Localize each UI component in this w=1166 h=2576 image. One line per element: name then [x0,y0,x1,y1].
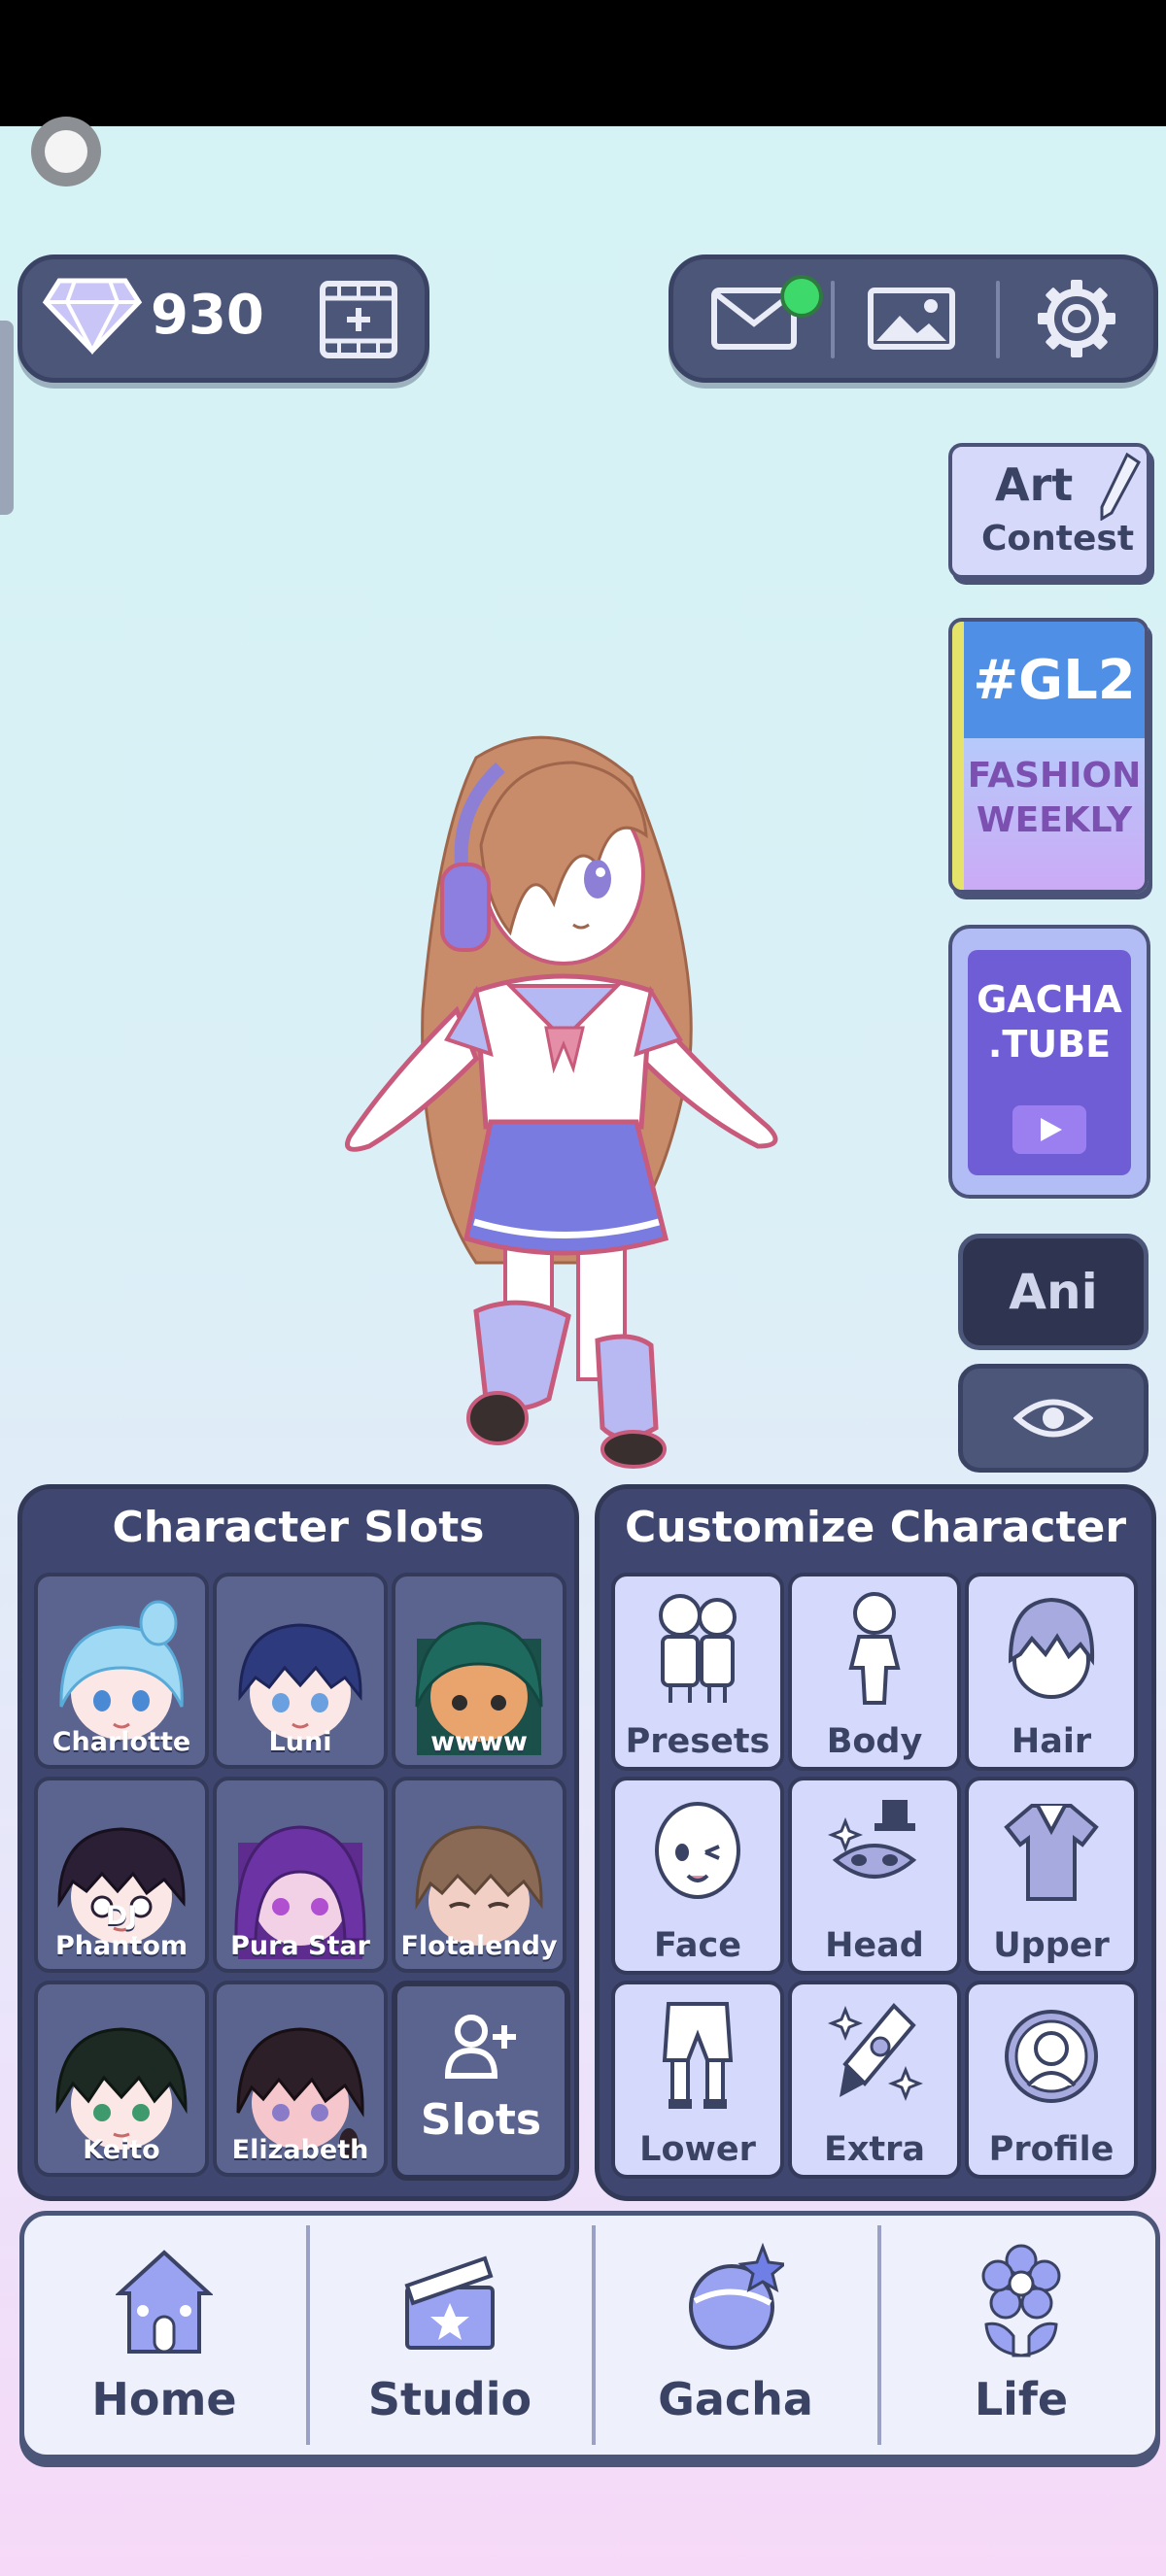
customize-face-button[interactable]: Face [611,1777,784,1975]
gacha-orb-icon [689,2243,784,2350]
add-user-icon [444,2015,516,2079]
nav-gacha[interactable]: Gacha [596,2216,875,2455]
slot-name: Flotalendy [400,1931,558,1961]
divider [996,281,1000,358]
animation-button[interactable]: Ani [958,1234,1149,1350]
customize-label: Profile [988,2130,1115,2169]
fashion-weekly-button[interactable]: #GL2 FASHION WEEKLY [948,618,1149,894]
art-contest-button[interactable]: Art Contest [948,443,1150,579]
customize-label: Upper [993,1926,1110,1965]
face-icon [655,1802,740,1899]
extra-icon [827,2003,923,2102]
nav-label: Life [974,2373,1069,2425]
toggle-visibility-button[interactable] [958,1364,1149,1473]
gl2-tag: #GL2 [964,622,1145,738]
customize-label: Head [825,1926,924,1965]
weekly-label: WEEKLY [976,800,1133,840]
hair-icon [1008,1597,1095,1699]
character-slot[interactable]: Pura Star [213,1777,388,1973]
eye-icon [1013,1399,1093,1438]
bottom-navigation: Home Studio Gacha Life [19,2211,1160,2459]
currency-bar: 930 [17,254,429,383]
slot-name: Charlotte [51,1727,191,1757]
customize-presets-button[interactable]: Presets [611,1573,784,1771]
card-stripe [952,622,964,890]
body-icon [848,1592,901,1705]
pencil-icon [1100,453,1141,521]
slot-name: Elizabeth [231,2135,369,2165]
gallery-button[interactable] [839,271,984,366]
customize-label: Body [826,1722,923,1761]
character-slot[interactable]: Elizabeth [213,1981,388,2177]
character-slot[interactable]: Charlotte [34,1573,209,1769]
character-slot[interactable]: DJ Phantom [34,1777,209,1973]
flower-icon [981,2244,1061,2357]
customize-label: Extra [823,2130,926,2169]
customize-character-panel: Customize Character Presets Body Hair Fa… [595,1484,1156,2201]
add-slots-button[interactable]: Slots [392,1981,570,2181]
nav-label: Gacha [658,2373,813,2425]
image-icon [868,288,955,350]
character-slot[interactable]: Luni [213,1573,388,1769]
art-contest-label-2: Contest [981,519,1135,559]
slot-name: Luni [268,1727,332,1757]
customize-character-title: Customize Character [624,1503,1127,1552]
pants-icon [662,2002,734,2109]
top-actions-bar [669,254,1158,383]
shirt-icon [1004,1804,1099,1901]
customize-label: Hair [1011,1722,1092,1761]
nav-life[interactable]: Life [881,2216,1161,2455]
customize-label: Lower [639,2130,756,2169]
customize-upper-button[interactable]: Upper [965,1777,1138,1975]
customize-head-button[interactable]: Head [788,1777,961,1975]
gem-count: 930 [151,284,264,347]
house-icon [116,2250,213,2354]
nav-label: Home [91,2373,237,2425]
gacha-tube-screen: GACHA .TUBE [968,950,1131,1175]
presets-icon [659,1594,737,1703]
slot-name: wwww [430,1727,528,1757]
head-accessory-icon [827,1800,917,1879]
slot-name: Pura Star [230,1931,370,1961]
customize-label: Face [654,1926,741,1965]
settings-button[interactable] [1004,271,1149,366]
character-slot[interactable]: wwww [392,1573,566,1769]
notification-dot [780,275,823,318]
edge-handle[interactable] [0,321,14,515]
customize-lower-button[interactable]: Lower [611,1981,784,2179]
nav-studio[interactable]: Studio [310,2216,590,2455]
add-slots-label: Slots [420,2095,542,2145]
fashion-label: FASHION [967,756,1142,796]
customize-body-button[interactable]: Body [788,1573,961,1771]
clapperboard-icon [404,2255,495,2350]
gacha-tube-label: GACHA .TUBE [977,978,1122,1066]
gacha-tube-button[interactable]: GACHA .TUBE [948,925,1150,1199]
slot-name: Keito [83,2135,160,2165]
mail-button[interactable] [681,271,827,366]
play-icon [1012,1105,1086,1154]
slot-name: DJ Phantom [54,1901,189,1961]
customize-hair-button[interactable]: Hair [965,1573,1138,1771]
divider [831,281,835,358]
diamond-icon [42,278,143,355]
nav-home[interactable]: Home [24,2216,304,2455]
gear-icon [1038,280,1115,357]
customize-label: Presets [625,1722,771,1761]
character-preview[interactable] [330,719,797,1486]
floating-assist-button[interactable] [31,117,101,186]
character-slot[interactable]: Keito [34,1981,209,2177]
customize-extra-button[interactable]: Extra [788,1981,961,2179]
character-slot[interactable]: Flotalendy [392,1777,566,1973]
nav-label: Studio [367,2373,532,2425]
status-bar [0,0,1166,126]
art-contest-label: Art [995,458,1074,511]
profile-icon [1005,2010,1098,2103]
character-slots-panel: Character Slots Charlotte Luni wwww DJ P… [17,1484,579,2201]
character-slots-title: Character Slots [112,1503,485,1552]
customize-profile-button[interactable]: Profile [965,1981,1138,2179]
film-plus-icon[interactable] [320,281,397,358]
